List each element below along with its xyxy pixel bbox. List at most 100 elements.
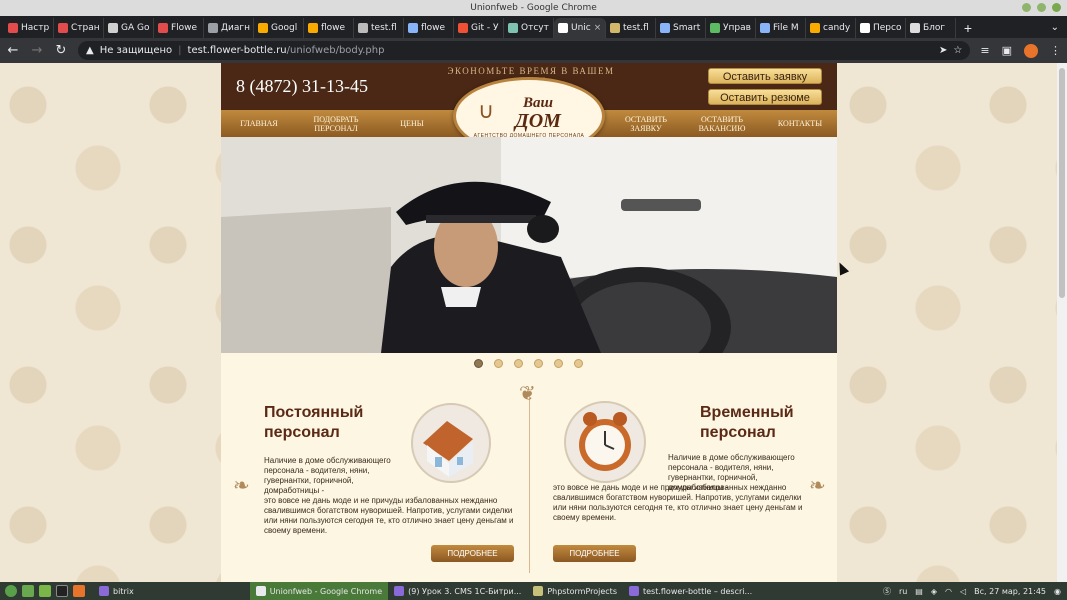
clock[interactable]: Вс, 27 мар, 21:45 (974, 587, 1046, 596)
temporary-more-button[interactable]: ПОДРОБНЕЕ (553, 545, 636, 562)
slider-dot[interactable] (514, 359, 523, 368)
taskbar-app-label: test.flower-bottle – descri... (642, 586, 753, 596)
slider-dot[interactable] (574, 359, 583, 368)
nav-contacts[interactable]: КОНТАКТЫ (767, 110, 833, 137)
taskbar-app-icon (628, 586, 639, 596)
reload-icon[interactable]: ↻ (54, 43, 68, 58)
skype-icon[interactable]: Ⓢ (883, 586, 891, 597)
close-tab-icon[interactable]: × (594, 23, 602, 33)
address-bar[interactable]: ▲ Не защищено | test.flower-bottle.ru/un… (78, 41, 971, 60)
browser-tab[interactable]: Googl (254, 18, 304, 38)
nav-leave-request[interactable]: ОСТАВИТЬ ЗАЯВКУ (613, 110, 679, 137)
notifications-icon[interactable]: ◉ (1054, 587, 1061, 596)
scrollbar-thumb[interactable] (1059, 68, 1065, 298)
url-path: /uniofweb/body.php (286, 45, 385, 56)
tab-favicon-icon (558, 23, 568, 33)
nav-home[interactable]: ГЛАВНАЯ (221, 110, 297, 137)
tab-favicon-icon (208, 23, 218, 33)
shield-icon[interactable]: ◈ (931, 587, 937, 596)
hero-slider-image[interactable] (221, 137, 837, 353)
side-panel-icon[interactable]: ▣ (1002, 44, 1012, 57)
taskbar-app[interactable]: (9) Урок 3. CMS 1С-Битри... (388, 582, 527, 600)
tab-favicon-icon (108, 23, 118, 33)
volume-icon[interactable]: ◁ (960, 587, 966, 596)
send-icon[interactable]: ➤ (939, 45, 947, 56)
keyboard-layout[interactable]: ru (899, 587, 907, 596)
tab-favicon-icon (810, 23, 820, 33)
os-taskbar: bitrix Unionfweb - Google Chrome (9) Урок … (0, 582, 1067, 600)
terminal-icon[interactable] (56, 585, 68, 597)
taskbar-app[interactable]: PhpstormProjects (527, 582, 623, 600)
tab-label: Блог (923, 23, 946, 33)
browser-tab[interactable]: Управ (706, 18, 756, 38)
taskbar-app-label: bitrix (113, 586, 134, 596)
bookmark-star-icon[interactable]: ☆ (953, 45, 962, 56)
system-tray: Ⓢ ru ▤ ◈ ◠ ◁ Вс, 27 мар, 21:45 ◉ (883, 586, 1067, 597)
permanent-title: Постоянный персонал (264, 403, 363, 443)
permanent-more-button[interactable]: ПОДРОБНЕЕ (431, 545, 514, 562)
request-button[interactable]: Оставить заявку (708, 68, 822, 84)
back-icon[interactable]: ← (6, 43, 20, 58)
browser-tab[interactable]: Unic × (554, 18, 606, 38)
profile-avatar[interactable] (1024, 43, 1038, 58)
taskbar-app-label: Unionfweb - Google Chrome (269, 586, 383, 596)
browser-tab[interactable]: test.fl (354, 18, 404, 38)
nav-leave-vacancy[interactable]: ОСТАВИТЬ ВАКАНСИЮ (687, 110, 757, 137)
slider-dot[interactable] (554, 359, 563, 368)
browser-tab[interactable]: Отсут (504, 18, 554, 38)
nav-find-staff[interactable]: ПОДОБРАТЬ ПЕРСОНАЛ (301, 110, 371, 137)
slider-dot[interactable] (494, 359, 503, 368)
warning-icon[interactable]: ▲ (86, 45, 94, 56)
tab-label: test.fl (623, 23, 649, 33)
new-tab-button[interactable]: + (956, 18, 980, 38)
tab-label: Smart (673, 23, 701, 33)
minimize-button[interactable] (1022, 3, 1031, 12)
close-window-button[interactable] (1052, 3, 1061, 12)
slider-dot[interactable] (534, 359, 543, 368)
nav-prices[interactable]: ЦЕНЫ (381, 110, 443, 137)
maximize-button[interactable] (1037, 3, 1046, 12)
show-desktop-icon[interactable] (22, 585, 34, 597)
browser-tab[interactable]: flowe (304, 18, 354, 38)
menu-icon[interactable]: ⋮ (1050, 44, 1061, 57)
slider-dot[interactable] (474, 359, 483, 368)
security-label[interactable]: Не защищено (100, 45, 172, 56)
tab-favicon-icon (458, 23, 468, 33)
browser-tab[interactable]: Flowe (154, 18, 204, 38)
tab-label: Стран (71, 23, 100, 33)
files-icon[interactable] (39, 585, 51, 597)
browser-tab[interactable]: Настр (4, 18, 54, 38)
tab-favicon-icon (308, 23, 318, 33)
browser-tab[interactable]: Git - У (454, 18, 504, 38)
reading-list-icon[interactable]: ≡ (980, 44, 989, 57)
tab-favicon-icon (508, 23, 518, 33)
browser-tab[interactable]: test.fl (606, 18, 656, 38)
browser-tab[interactable]: File M (756, 18, 806, 38)
browser-tab[interactable]: candy (806, 18, 856, 38)
taskbar-app[interactable]: Unionfweb - Google Chrome (249, 582, 389, 600)
firefox-icon[interactable] (73, 585, 85, 597)
ornament-icon: ❦ (519, 383, 536, 405)
resume-button[interactable]: Оставить резюме (708, 89, 822, 105)
clipboard-icon[interactable]: ▤ (915, 587, 923, 596)
browser-tab[interactable]: Smart (656, 18, 706, 38)
wifi-icon[interactable]: ◠ (945, 587, 952, 596)
browser-tab[interactable]: Диагн (204, 18, 254, 38)
browser-tab[interactable]: Персо (856, 18, 906, 38)
browser-tab[interactable]: Блог (906, 18, 956, 38)
logo-text: Ваш ДОМ (497, 94, 561, 131)
tab-favicon-icon (910, 23, 920, 33)
forward-icon[interactable]: → (30, 43, 44, 58)
browser-tab[interactable]: flowe (404, 18, 454, 38)
browser-tab[interactable]: Стран (54, 18, 104, 38)
taskbar-app-icon (533, 586, 544, 596)
taskbar-app[interactable]: bitrix (93, 582, 140, 600)
taskbar-app-label: PhpstormProjects (547, 586, 617, 596)
browser-tab[interactable]: GA Go (104, 18, 154, 38)
taskbar-app[interactable]: test.flower-bottle – descri... (623, 582, 758, 600)
tab-label: flowe (321, 23, 346, 33)
tab-search-icon[interactable]: ⌄ (1043, 18, 1067, 38)
house-icon (423, 421, 473, 477)
taskbar-app-icon (255, 586, 266, 596)
start-menu-icon[interactable] (5, 585, 17, 597)
